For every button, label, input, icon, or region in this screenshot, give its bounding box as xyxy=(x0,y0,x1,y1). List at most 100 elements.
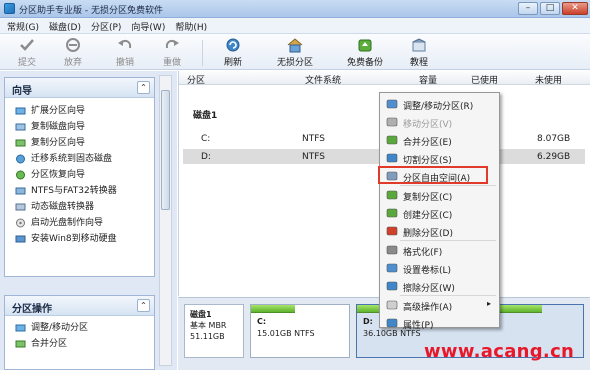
context-menu-label: 属性(P) xyxy=(403,321,434,331)
partition-ops-header[interactable]: 分区操作 ⌃ xyxy=(5,296,154,316)
tutorial-button[interactable]: 教程 xyxy=(404,37,434,68)
op-label: 合并分区 xyxy=(31,339,68,349)
context-menu-label: 切割分区(S) xyxy=(403,156,452,166)
scrollbar-thumb[interactable] xyxy=(161,90,170,210)
context-menu-item[interactable]: 设置卷标(L) xyxy=(382,259,497,277)
context-menu-label: 设置卷标(L) xyxy=(403,266,452,276)
context-menu-item[interactable]: 擦除分区(W) xyxy=(382,277,497,295)
col-partition[interactable]: 分区 xyxy=(187,73,205,86)
context-menu-item[interactable]: 切割分区(S) xyxy=(382,149,497,167)
wipe-icon xyxy=(386,281,398,291)
refresh-button[interactable]: 刷新 xyxy=(218,37,248,68)
wizard-item-label: 分区恢复向导 xyxy=(31,170,86,180)
col-used[interactable]: 已使用 xyxy=(471,73,498,86)
wizard-item-label: 复制磁盘向导 xyxy=(31,122,86,132)
wizard-migrate-ssd[interactable]: 迁移系统到固态磁盘 xyxy=(5,151,154,167)
lossless-partition-button[interactable]: 无损分区 xyxy=(270,37,320,68)
submit-button[interactable]: 提交 xyxy=(12,37,42,68)
context-menu-label: 调整/移动分区(R) xyxy=(403,102,474,112)
collapse-partition-ops-button[interactable]: ⌃ xyxy=(137,299,150,312)
title-bar: 分区助手专业版 - 无损分区免费软件 – □ ✕ xyxy=(0,0,590,18)
row-filesystem: NTFS xyxy=(302,152,325,162)
segment-label: D: xyxy=(363,317,373,326)
split-icon xyxy=(386,153,398,163)
usb-drive-icon xyxy=(15,235,26,243)
list-header: 分区 文件系统 容量 已使用 未使用 xyxy=(179,71,590,86)
context-menu-item[interactable]: 创建分区(C) xyxy=(382,204,497,222)
wizard-item-label: 安装Win8到移动硬盘 xyxy=(31,234,117,244)
submenu-arrow-icon: ▸ xyxy=(486,299,491,308)
usage-bar xyxy=(251,305,296,313)
context-menu-item[interactable]: 合并分区(E) xyxy=(382,131,497,149)
context-menu-item[interactable]: 高级操作(A) ▸ xyxy=(382,296,497,314)
col-unused[interactable]: 未使用 xyxy=(535,73,562,86)
context-menu-label: 擦除分区(W) xyxy=(403,284,455,294)
wizard-panel-header[interactable]: 向导 ⌃ xyxy=(5,78,154,98)
wizard-ntfs-fat32[interactable]: NTFS与FAT32转换器 xyxy=(5,183,154,199)
minimize-button[interactable]: – xyxy=(518,2,538,15)
col-filesystem[interactable]: 文件系统 xyxy=(305,73,341,86)
disc-icon xyxy=(16,218,25,228)
backup-icon xyxy=(358,39,372,52)
context-menu-item[interactable]: 复制分区(C) xyxy=(382,186,497,204)
segment-label: C: xyxy=(257,317,267,326)
format-icon xyxy=(386,245,398,255)
wizard-dynamic-disk[interactable]: 动态磁盘转换器 xyxy=(5,199,154,215)
menu-partition[interactable]: 分区(P) xyxy=(88,18,128,33)
free-backup-button[interactable]: 免费备份 xyxy=(342,37,388,68)
maximize-button[interactable]: □ xyxy=(540,2,560,15)
wizard-copy-disk[interactable]: 复制磁盘向导 xyxy=(5,119,154,135)
wizard-copy-partition[interactable]: 复制分区向导 xyxy=(5,135,154,151)
wizard-boot-disc[interactable]: 启动光盘制作向导 xyxy=(5,215,154,231)
label-icon xyxy=(386,263,398,273)
collapse-wizard-button[interactable]: ⌃ xyxy=(137,81,150,94)
context-menu-label: 合并分区(E) xyxy=(403,138,452,148)
menu-general[interactable]: 常规(G) xyxy=(4,18,46,33)
context-menu-label: 创建分区(C) xyxy=(403,211,453,221)
wizard-partition-recovery[interactable]: 分区恢复向导 xyxy=(5,167,154,183)
context-menu-item[interactable]: 属性(P) xyxy=(382,314,497,332)
tutorial-label: 教程 xyxy=(409,58,428,68)
context-menu-label: 格式化(F) xyxy=(403,248,443,258)
redo-button[interactable]: 重做 xyxy=(157,37,187,68)
wizard-panel: 向导 ⌃ 扩展分区向导 复制磁盘向导 复制分区向导 迁移系统到固态磁盘 分区恢复… xyxy=(4,77,155,277)
left-panel: 向导 ⌃ 扩展分区向导 复制磁盘向导 复制分区向导 迁移系统到固态磁盘 分区恢复… xyxy=(0,71,177,370)
copy-icon xyxy=(386,190,398,200)
menu-bar: 常规(G) 磁盘(D) 分区(P) 向导(W) 帮助(H) xyxy=(0,18,590,34)
discard-label: 放弃 xyxy=(63,58,82,68)
redo-label: 重做 xyxy=(162,58,181,68)
row-filesystem: NTFS xyxy=(302,134,325,144)
menu-disk[interactable]: 磁盘(D) xyxy=(46,18,88,33)
context-menu-item[interactable]: 格式化(F) xyxy=(382,241,497,259)
wizard-win8-usb[interactable]: 安装Win8到移动硬盘 xyxy=(5,231,154,247)
context-menu-item[interactable]: 删除分区(D) xyxy=(382,222,497,240)
menu-wizard[interactable]: 向导(W) xyxy=(128,18,172,33)
context-menu-item[interactable]: 移动分区(V) xyxy=(382,113,497,131)
recovery-icon xyxy=(16,170,25,180)
partition-block-c[interactable]: C: 15.01GB NTFS xyxy=(250,304,350,358)
lossless-partition-label: 无损分区 xyxy=(276,58,313,68)
discard-button[interactable]: 放弃 xyxy=(58,37,88,68)
row-unused: 8.07GB xyxy=(537,134,571,144)
op-merge[interactable]: 合并分区 xyxy=(5,336,154,352)
close-button[interactable]: ✕ xyxy=(562,2,588,15)
discard-icon xyxy=(66,38,80,52)
menu-help[interactable]: 帮助(H) xyxy=(172,18,214,33)
left-scrollbar[interactable] xyxy=(159,75,172,366)
context-menu: 调整/移动分区(R) 移动分区(V) 合并分区(E) 切割分区(S) 分区自由空间(A)… xyxy=(379,92,500,331)
window-controls: – □ ✕ xyxy=(518,2,588,15)
resize-icon xyxy=(386,99,398,109)
col-capacity[interactable]: 容量 xyxy=(419,73,437,86)
toolbar: 提交 放弃 撤销 重做 刷新 无损分区 免费备份 教程 xyxy=(0,34,590,70)
undo-button[interactable]: 撤销 xyxy=(110,37,140,68)
disk-card[interactable]: 磁盘1 基本 MBR 51.11GB xyxy=(184,304,244,358)
disk-name: 磁盘1 xyxy=(190,310,212,319)
op-resize-move[interactable]: 调整/移动分区 xyxy=(5,320,154,336)
disk-type: 基本 MBR xyxy=(190,321,227,330)
wizard-item-label: NTFS与FAT32转换器 xyxy=(31,186,117,196)
redo-icon xyxy=(165,39,179,49)
wizard-extend-partition[interactable]: 扩展分区向导 xyxy=(5,103,154,119)
delete-icon xyxy=(386,226,398,236)
app-logo-icon xyxy=(4,3,15,14)
context-menu-item[interactable]: 调整/移动分区(R) xyxy=(382,95,497,113)
